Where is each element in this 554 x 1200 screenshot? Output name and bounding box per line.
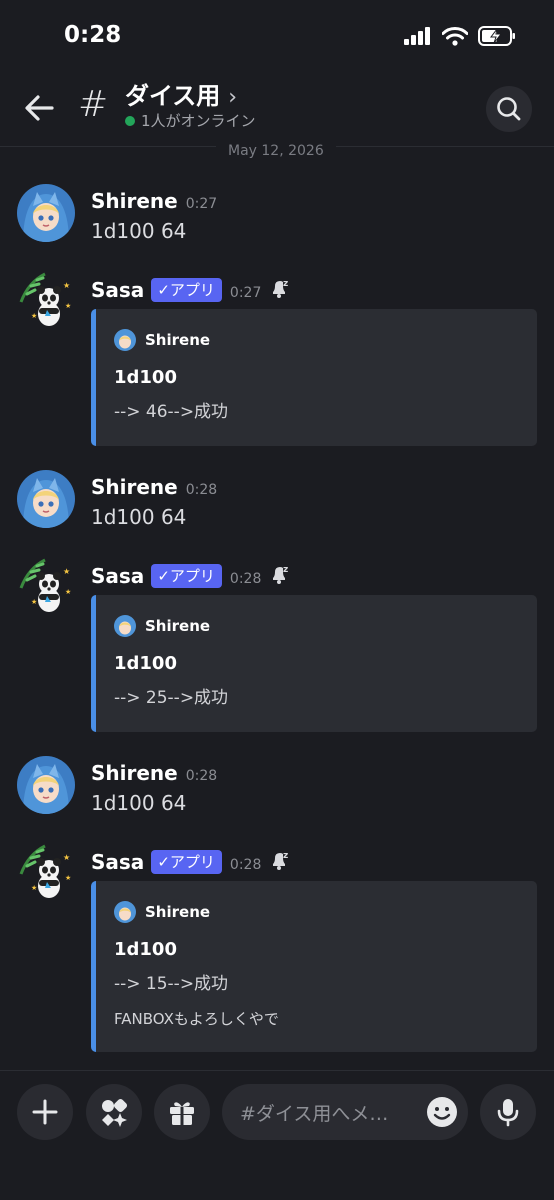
microphone-icon: [497, 1099, 519, 1127]
search-icon: [497, 97, 521, 121]
username[interactable]: Sasa: [91, 850, 144, 874]
embed-card: Shirene 1d100 --> 46-->成功: [91, 309, 537, 446]
chevron-right-icon: ›: [228, 85, 238, 110]
message-content: 1d100 64: [91, 791, 187, 815]
svg-text:z: z: [283, 279, 288, 289]
avatar[interactable]: [17, 184, 75, 242]
voice-message-button[interactable]: [480, 1084, 536, 1140]
embed-author: Shirene: [114, 615, 210, 637]
embed-description: --> 15-->成功: [114, 974, 229, 994]
emoji-button[interactable]: [426, 1096, 458, 1128]
avatar[interactable]: [17, 756, 75, 814]
embed-footer-text: FANBOXもよろしくやで: [114, 1010, 279, 1028]
embed-author-avatar: [114, 615, 136, 637]
status-bar: 0:28: [0, 0, 554, 70]
message-content: 1d100 64: [91, 219, 187, 243]
add-attachment-button[interactable]: [17, 1084, 73, 1140]
timestamp: 0:28: [229, 571, 262, 587]
wifi-icon: [442, 26, 468, 46]
online-status: 1人がオンライン: [125, 110, 256, 131]
date-divider: May 12, 2026: [0, 143, 554, 159]
avatar[interactable]: ★ ★ ★: [17, 844, 75, 902]
hash-icon: #: [78, 84, 109, 125]
embed-title: 1d100: [114, 653, 177, 674]
svg-text:★: ★: [63, 281, 70, 290]
timestamp: 0:27: [185, 196, 218, 212]
app-badge: ✓アプリ: [151, 564, 222, 588]
embed-card: Shirene 1d100 --> 25-->成功: [91, 595, 537, 732]
plus-icon: [32, 1099, 58, 1125]
embed-description: --> 46-->成功: [114, 402, 229, 422]
search-button[interactable]: [486, 86, 532, 132]
embed-author-avatar: [114, 329, 136, 351]
apps-icon: [102, 1098, 128, 1127]
embed-author: Shirene: [114, 901, 210, 923]
app-badge: ✓アプリ: [151, 278, 222, 302]
back-button[interactable]: [20, 88, 60, 128]
embed-author: Shirene: [114, 329, 210, 351]
message-composer: #ダイス用へメ…: [0, 1070, 554, 1200]
svg-text:z: z: [283, 565, 288, 575]
svg-text:★: ★: [65, 302, 71, 310]
apps-button[interactable]: [86, 1084, 142, 1140]
avatar[interactable]: ★ ★ ★: [17, 272, 75, 330]
bell-snooze-icon: z: [269, 563, 291, 590]
embed-title: 1d100: [114, 939, 177, 960]
timestamp: 0:27: [229, 285, 262, 301]
embed-card: Shirene 1d100 --> 15-->成功 FANBOXもよろしくやで: [91, 881, 537, 1052]
app-badge: ✓アプリ: [151, 850, 222, 874]
embed-description: --> 25-->成功: [114, 688, 229, 708]
message-input[interactable]: #ダイス用へメ…: [222, 1084, 468, 1140]
svg-text:★: ★: [63, 567, 70, 576]
embed-author-avatar: [114, 901, 136, 923]
gift-icon: [170, 1102, 194, 1125]
message-header: Shirene 0:27: [91, 189, 217, 213]
timestamp: 0:28: [185, 768, 218, 784]
avatar[interactable]: [17, 470, 75, 528]
svg-text:★: ★: [31, 598, 37, 606]
online-dot-icon: [125, 115, 135, 126]
timestamp: 0:28: [185, 482, 218, 498]
message-input-placeholder: #ダイス用へメ…: [240, 1103, 389, 1125]
svg-text:★: ★: [65, 588, 71, 596]
svg-text:z: z: [283, 851, 288, 861]
channel-title[interactable]: ダイス用 ›: [125, 76, 237, 111]
embed-title: 1d100: [114, 367, 177, 388]
signal-icon: [404, 27, 430, 45]
username[interactable]: Sasa: [91, 278, 144, 302]
channel-name: ダイス用: [125, 82, 221, 110]
username[interactable]: Sasa: [91, 564, 144, 588]
svg-text:★: ★: [65, 874, 71, 882]
username[interactable]: Shirene: [91, 189, 178, 213]
message-content: 1d100 64: [91, 505, 187, 529]
date-label: May 12, 2026: [216, 143, 336, 159]
message-header: Shirene 0:28: [91, 761, 217, 785]
message-header: Sasa ✓アプリ 0:28 z: [91, 563, 291, 590]
svg-text:★: ★: [31, 884, 37, 892]
message-header: Shirene 0:28: [91, 475, 217, 499]
svg-text:★: ★: [31, 312, 37, 320]
svg-text:★: ★: [63, 853, 70, 862]
emoji-icon: [427, 1097, 457, 1127]
username[interactable]: Shirene: [91, 761, 178, 785]
channel-header: # ダイス用 › 1人がオンライン: [0, 70, 554, 147]
status-time: 0:28: [64, 22, 122, 48]
avatar[interactable]: ★ ★ ★: [17, 558, 75, 616]
online-text: 1人がオンライン: [141, 112, 256, 130]
message-header: Sasa ✓アプリ 0:28 z: [91, 849, 291, 876]
bell-snooze-icon: z: [269, 849, 291, 876]
timestamp: 0:28: [229, 857, 262, 873]
username[interactable]: Shirene: [91, 475, 178, 499]
bell-snooze-icon: z: [269, 277, 291, 304]
back-arrow-icon: [25, 95, 54, 121]
message-header: Sasa ✓アプリ 0:27 z: [91, 277, 291, 304]
battery-icon: [478, 26, 515, 46]
gift-button[interactable]: [154, 1084, 210, 1140]
